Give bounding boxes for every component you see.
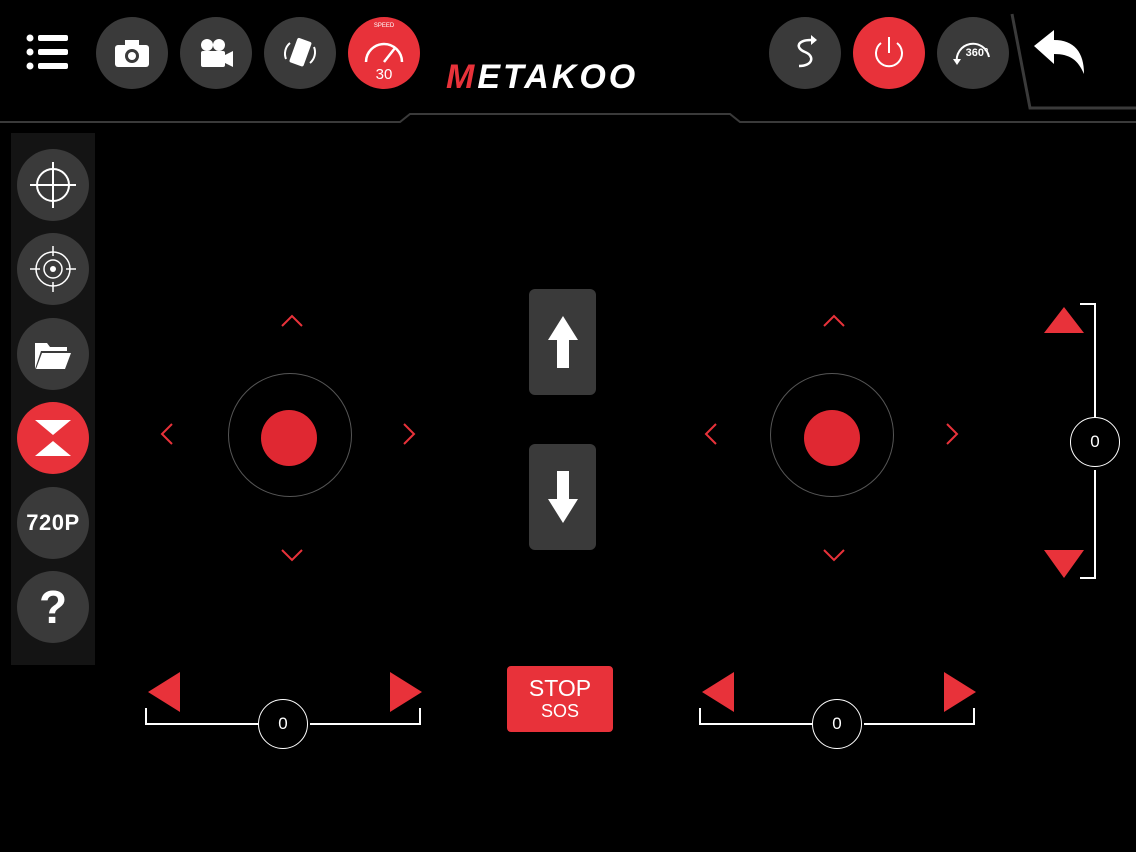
- video-camera-icon: [201, 39, 233, 67]
- right-trim-value: 0: [812, 699, 862, 749]
- photo-button[interactable]: [96, 17, 168, 89]
- arrow-down-icon: [547, 471, 578, 523]
- right-trim-left-button[interactable]: [700, 670, 736, 714]
- resolution-label: 720P: [26, 510, 80, 535]
- folder-icon: [35, 343, 71, 369]
- left-joystick-knob[interactable]: [261, 410, 317, 466]
- stop-sos-button[interactable]: STOP SOS: [507, 666, 613, 732]
- back-arrow-icon: [1034, 30, 1084, 74]
- right-chevron-down-icon: [823, 549, 845, 562]
- left-chevron-down-icon: [281, 549, 303, 562]
- calibrate-button[interactable]: [17, 149, 89, 221]
- stop-label: STOP: [528, 675, 592, 702]
- vertical-trim-up-button[interactable]: [1042, 305, 1086, 335]
- right-chevron-right-icon: [946, 423, 959, 445]
- left-trim-left-button[interactable]: [146, 670, 182, 714]
- takeoff-land-button[interactable]: [17, 402, 89, 474]
- speed-label: SPEED: [373, 23, 395, 29]
- power-button[interactable]: [853, 17, 925, 89]
- phone-rotate-icon: [283, 37, 317, 67]
- trajectory-icon: [797, 35, 817, 68]
- vertical-trim-value: 0: [1070, 417, 1120, 467]
- left-chevron-right-icon: [403, 423, 416, 445]
- back-button[interactable]: [1030, 28, 1088, 78]
- resolution-button[interactable]: 720P: [17, 487, 89, 559]
- menu-icon: [26, 34, 68, 70]
- descend-button[interactable]: [529, 444, 596, 550]
- right-trim-right-button[interactable]: [942, 670, 978, 714]
- video-button[interactable]: [180, 17, 252, 89]
- left-chevron-up-icon: [281, 314, 303, 327]
- power-icon: [875, 37, 903, 68]
- speed-button[interactable]: SPEED 30: [348, 17, 420, 89]
- flip-button[interactable]: 360°: [937, 17, 1009, 89]
- ascend-button[interactable]: [529, 289, 596, 395]
- takeoff-land-icon: [35, 420, 71, 456]
- flip-label: 360°: [965, 47, 989, 59]
- speedometer-icon: [364, 42, 404, 63]
- right-chevron-left-icon: [704, 423, 717, 445]
- left-chevron-left-icon: [160, 423, 173, 445]
- right-joystick-knob[interactable]: [804, 410, 860, 466]
- vertical-trim-down-button[interactable]: [1042, 548, 1086, 580]
- left-trim-value: 0: [258, 699, 308, 749]
- brand-logo: METAKOO: [446, 58, 639, 96]
- menu-button[interactable]: [24, 32, 72, 72]
- help-icon: ?: [38, 581, 68, 633]
- speed-value: 30: [375, 66, 393, 83]
- sos-label: SOS: [540, 700, 579, 721]
- crosshair-icon: [30, 162, 76, 208]
- headless-mode-icon: [30, 246, 76, 292]
- right-chevron-up-icon: [823, 314, 845, 327]
- gravity-mode-button[interactable]: [264, 17, 336, 89]
- left-trim-right-button[interactable]: [388, 670, 424, 714]
- gallery-button[interactable]: [17, 318, 89, 390]
- camera-icon: [115, 40, 149, 67]
- trajectory-button[interactable]: [769, 17, 841, 89]
- arrow-up-icon: [547, 316, 578, 368]
- headless-mode-button[interactable]: [17, 233, 89, 305]
- help-button[interactable]: ?: [17, 571, 89, 643]
